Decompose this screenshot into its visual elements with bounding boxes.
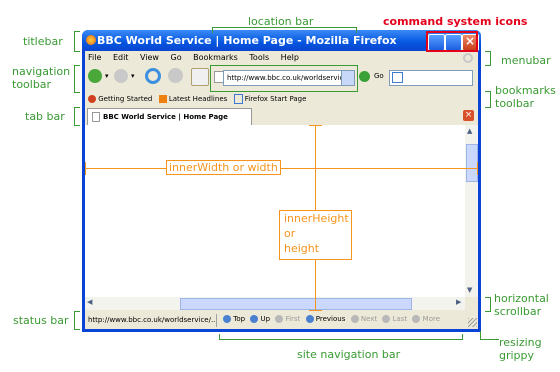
- getting-started-icon: [88, 95, 96, 103]
- url-text: http://www.bbc.co.uk/worldservic: [227, 74, 344, 82]
- brace-titlebar: [74, 31, 80, 52]
- window-title: BBC World Service | Home Page - Mozilla …: [97, 34, 397, 47]
- brace-bookmarks: [485, 91, 491, 108]
- nav-up-icon: [250, 315, 259, 323]
- bookmark-firefox-start-page[interactable]: Firefox Start Page: [245, 95, 307, 103]
- go-icon[interactable]: [359, 71, 370, 82]
- height-bottom-tick: [309, 310, 322, 311]
- back-button-icon[interactable]: [88, 69, 102, 83]
- nav-up[interactable]: Up: [261, 315, 271, 323]
- stop-icon[interactable]: [168, 68, 183, 83]
- site-nav-bar: Top Up First Previous Next Last More: [223, 315, 440, 323]
- scroll-up-icon[interactable]: ▲: [467, 127, 472, 135]
- nav-last[interactable]: Last: [393, 315, 408, 323]
- callout-navigation-1: navigation: [12, 65, 71, 78]
- brace-menubar: [485, 51, 491, 66]
- nav-next[interactable]: Next: [361, 315, 377, 323]
- menu-view[interactable]: View: [140, 53, 159, 62]
- width-left-tick: [85, 162, 86, 175]
- brace-location-bar: [212, 27, 357, 33]
- forward-button-icon[interactable]: [114, 69, 128, 83]
- rss-icon: [158, 95, 167, 103]
- back-dropdown-icon[interactable]: ▾: [105, 72, 109, 80]
- nav-previous[interactable]: Previous: [316, 315, 346, 323]
- bookmark-latest-headlines[interactable]: Latest Headlines: [169, 95, 227, 103]
- width-right-tick: [477, 162, 478, 175]
- nav-more-icon: [412, 315, 421, 323]
- menu-file[interactable]: File: [88, 53, 101, 62]
- throbber-icon: [463, 53, 473, 63]
- nav-first-icon: [275, 315, 284, 323]
- brace-horizontal-scrollbar: [485, 297, 491, 312]
- forward-dropdown-icon[interactable]: ▾: [131, 72, 135, 80]
- tab-favicon-icon: [92, 112, 100, 122]
- status-divider: [216, 314, 217, 327]
- url-input[interactable]: http://www.bbc.co.uk/worldservic: [223, 70, 348, 86]
- inner-height-line1: innerHeight: [284, 212, 349, 225]
- firefox-page-icon: [233, 94, 243, 104]
- callout-resizing: resizing: [499, 336, 542, 349]
- nav-first[interactable]: First: [286, 315, 301, 323]
- callout-status-bar: status bar: [13, 314, 69, 327]
- nav-top-icon: [223, 315, 231, 323]
- callout-command-system-icons: command system icons: [383, 15, 528, 28]
- close-tab-icon[interactable]: ×: [463, 110, 474, 121]
- menu-go[interactable]: Go: [171, 53, 182, 62]
- url-dropdown-button[interactable]: [341, 70, 355, 86]
- callout-tab-bar: tab bar: [25, 110, 65, 123]
- brace-navigation: [74, 65, 80, 93]
- callout-menubar: menubar: [501, 54, 551, 67]
- search-engine-icon[interactable]: [392, 72, 403, 83]
- inner-height-line2: or: [284, 227, 296, 240]
- menu-edit[interactable]: Edit: [113, 53, 129, 62]
- scroll-left-icon[interactable]: ◀: [87, 298, 92, 306]
- callout-bookmarks-1: bookmarks: [495, 84, 556, 97]
- callout-horizontal-2: scrollbar: [494, 305, 542, 318]
- nav-more[interactable]: More: [423, 315, 440, 323]
- callout-site-navigation-bar: site navigation bar: [297, 348, 401, 361]
- height-top-tick: [309, 125, 322, 126]
- menu-help[interactable]: Help: [281, 53, 299, 62]
- callout-bookmarks-2: toolbar: [495, 97, 535, 110]
- tab-title: BBC World Service | Home Page: [103, 113, 228, 121]
- callout-navigation-2: toolbar: [12, 78, 52, 91]
- command-icons-highlight: [426, 31, 478, 52]
- width-dimension-line: [85, 168, 478, 169]
- grippy-pointer-line: [480, 331, 499, 340]
- nav-last-icon: [382, 315, 391, 323]
- status-url: http://www.bbc.co.uk/worldservice/...: [88, 316, 218, 324]
- callout-grippy: grippy: [499, 349, 535, 362]
- inner-height-line3: height: [284, 242, 320, 255]
- content-area: [85, 125, 465, 297]
- callout-horizontal-1: horizontal: [494, 292, 549, 305]
- nav-top[interactable]: Top: [233, 315, 245, 323]
- brace-tab-bar: [74, 107, 80, 126]
- nav-next-icon: [350, 315, 359, 323]
- horizontal-scroll-thumb[interactable]: [180, 298, 412, 310]
- callout-titlebar: titlebar: [23, 35, 63, 48]
- inner-width-label: innerWidth or width: [166, 160, 281, 175]
- menu-tools[interactable]: Tools: [249, 53, 269, 62]
- firefox-logo-icon: [86, 35, 96, 45]
- scroll-down-icon[interactable]: ▼: [467, 286, 472, 294]
- menubar: File Edit View Go Bookmarks Tools Help: [88, 53, 308, 62]
- brace-site-navigation: [219, 334, 463, 340]
- bookmark-getting-started[interactable]: Getting Started: [98, 95, 152, 103]
- home-icon[interactable]: [191, 68, 209, 86]
- menu-bookmarks[interactable]: Bookmarks: [193, 53, 238, 62]
- scroll-right-icon[interactable]: ▶: [456, 298, 461, 306]
- go-label[interactable]: Go: [374, 72, 384, 80]
- tab-bbc[interactable]: BBC World Service | Home Page: [87, 108, 252, 125]
- nav-previous-icon: [305, 315, 314, 323]
- brace-status-bar: [74, 311, 80, 330]
- reload-icon[interactable]: [145, 68, 161, 84]
- resize-grippy-icon[interactable]: [468, 318, 477, 327]
- bookmarks-toolbar: Getting Started Latest Headlines Firefox…: [88, 94, 306, 104]
